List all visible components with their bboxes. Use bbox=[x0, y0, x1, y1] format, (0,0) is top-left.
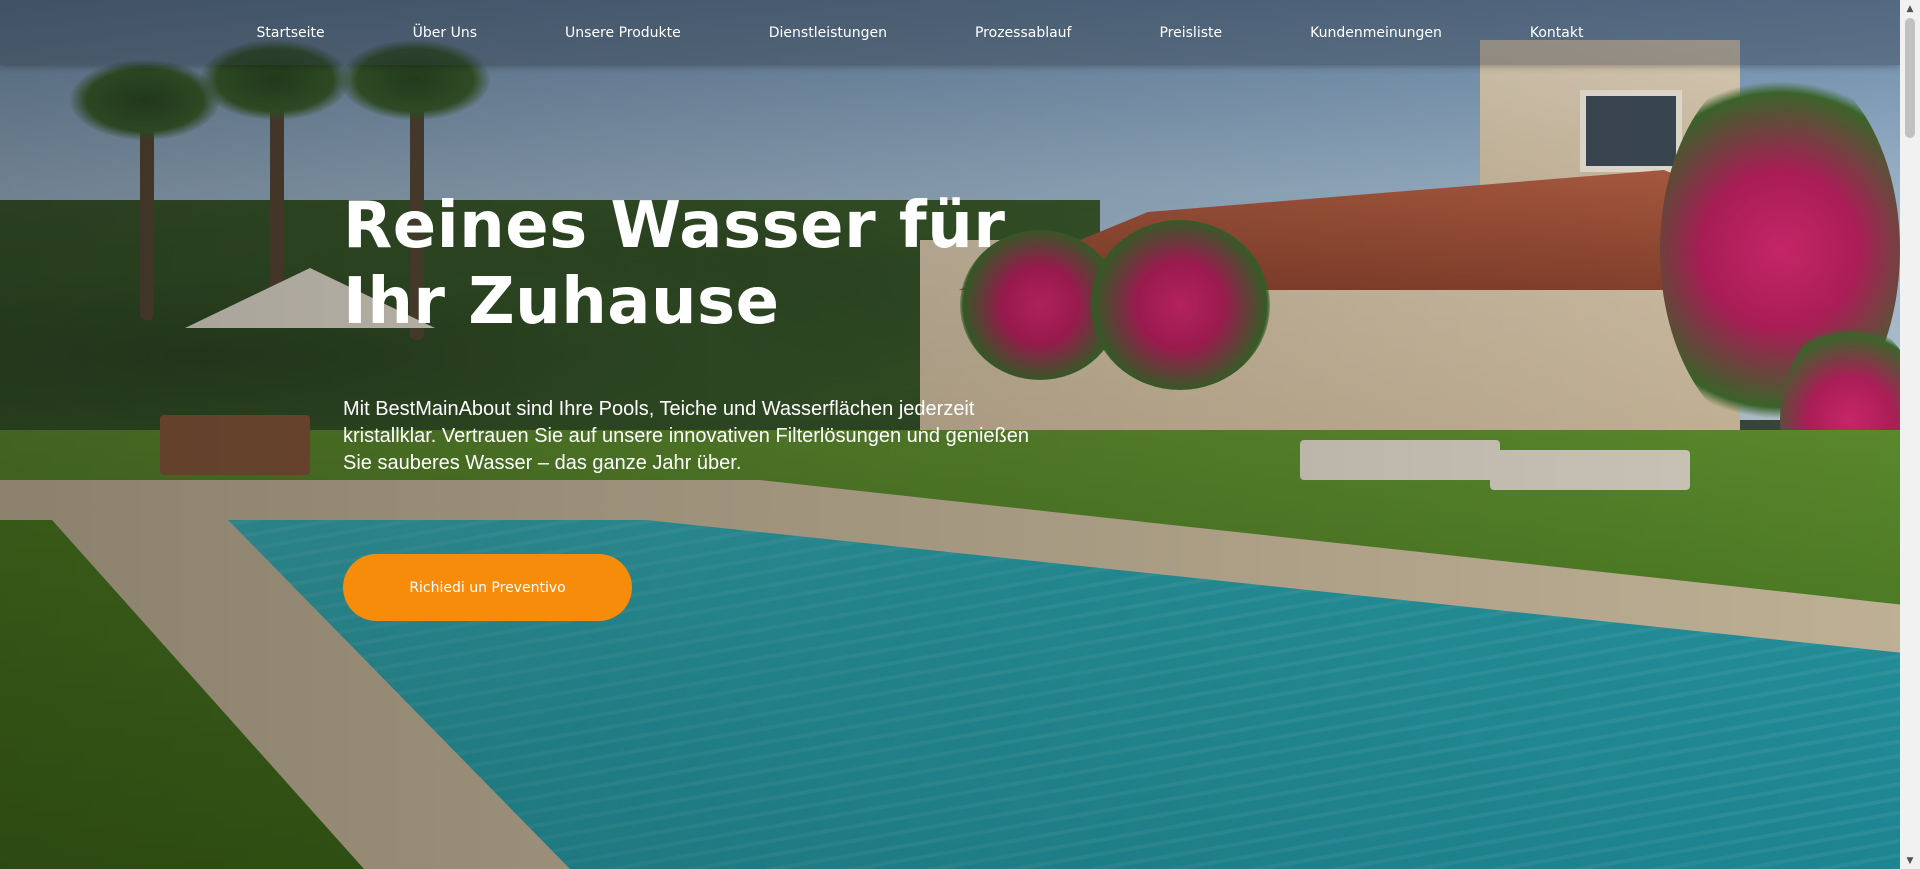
hero-title: Reines Wasser für Ihr Zuhause bbox=[343, 188, 1043, 340]
nav-item-unsere-produkte[interactable]: Unsere Produkte bbox=[521, 25, 725, 41]
nav-item-prozessablauf[interactable]: Prozessablauf bbox=[931, 25, 1116, 41]
hero-title-line1: Reines Wasser für bbox=[343, 189, 1006, 263]
hero-title-line2: Ihr Zuhause bbox=[343, 265, 780, 339]
request-quote-button[interactable]: Richiedi un Preventivo bbox=[343, 554, 632, 621]
scroll-thumb[interactable] bbox=[1905, 18, 1915, 138]
scroll-up-icon[interactable]: ▲ bbox=[1900, 0, 1920, 17]
hero-description: Mit BestMainAbout sind Ihre Pools, Teich… bbox=[343, 398, 1029, 474]
nav-item-preisliste[interactable]: Preisliste bbox=[1115, 25, 1266, 41]
page: Startseite Über Uns Unsere Produkte Dien… bbox=[0, 0, 1920, 869]
nav-item-kontakt[interactable]: Kontakt bbox=[1486, 25, 1628, 41]
main-navigation: Startseite Über Uns Unsere Produkte Dien… bbox=[0, 0, 1900, 65]
scroll-down-icon[interactable]: ▼ bbox=[1900, 852, 1920, 869]
hero-section: Reines Wasser für Ihr Zuhause Mit BestMai… bbox=[343, 188, 1043, 477]
nav-item-startseite[interactable]: Startseite bbox=[213, 25, 369, 41]
nav-list: Startseite Über Uns Unsere Produkte Dien… bbox=[213, 25, 1628, 41]
nav-item-ueber-uns[interactable]: Über Uns bbox=[369, 25, 521, 41]
nav-item-kundenmeinungen[interactable]: Kundenmeinungen bbox=[1266, 25, 1486, 41]
vertical-scrollbar[interactable]: ▲ ▼ bbox=[1900, 0, 1920, 869]
nav-item-dienstleistungen[interactable]: Dienstleistungen bbox=[725, 25, 931, 41]
